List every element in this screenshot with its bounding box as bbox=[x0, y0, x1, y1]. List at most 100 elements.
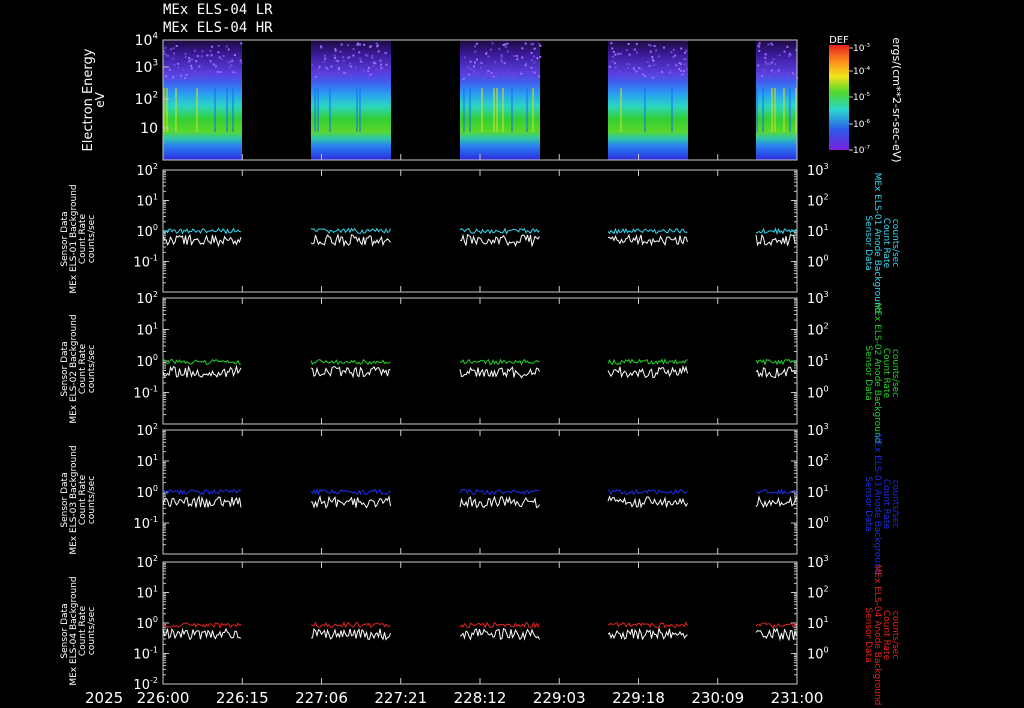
spectrogram-speckle bbox=[791, 72, 794, 75]
colorbar-tick-label: 10-5 bbox=[853, 92, 870, 103]
spectrogram-speckle bbox=[682, 58, 685, 60]
spectrogram-speckle bbox=[504, 45, 507, 48]
spectrogram-speckle bbox=[362, 69, 365, 72]
panel-left-tick-label: 101 bbox=[136, 453, 158, 470]
spectrogram-speckle bbox=[239, 59, 242, 62]
spectrogram-speckle bbox=[685, 49, 688, 52]
spectrogram-speckle bbox=[240, 61, 243, 64]
panel-left-tick-label: 101 bbox=[136, 193, 158, 210]
colorbar-tick-label: 10-6 bbox=[853, 119, 870, 130]
spectrogram-speckle bbox=[772, 58, 775, 61]
panel-right-tick-label: 102 bbox=[807, 322, 829, 339]
colorbar-label: DEF bbox=[829, 35, 849, 46]
spectrogram-streak bbox=[526, 88, 528, 132]
spectrogram-speckle bbox=[336, 60, 339, 63]
series-line-white bbox=[755, 233, 797, 247]
spectrogram-speckle bbox=[380, 66, 383, 69]
spectrogram-speckle bbox=[490, 75, 493, 78]
spectrogram-speckle bbox=[770, 69, 773, 72]
spectrogram-speckle bbox=[635, 51, 638, 54]
spectrogram-speckle bbox=[334, 56, 337, 59]
spectrogram-speckle bbox=[608, 65, 611, 68]
spectrogram-speckle bbox=[653, 45, 656, 47]
spectrogram-speckle bbox=[513, 55, 516, 58]
spectrogram-speckle bbox=[670, 51, 673, 54]
panel-right-label-line: Sensor Data bbox=[863, 215, 873, 270]
spectrogram-streak bbox=[226, 88, 228, 132]
spectrogram-speckle bbox=[678, 68, 681, 71]
spectrogram-speckle bbox=[200, 55, 203, 58]
spectrogram-speckle bbox=[640, 68, 643, 71]
spectrogram-speckle bbox=[794, 74, 796, 77]
spectrogram-speckle bbox=[683, 70, 685, 73]
x-axis-tick-label: 227:21 bbox=[374, 689, 427, 707]
spectrogram-speckle bbox=[651, 56, 654, 58]
spectrogram-speckle bbox=[680, 47, 683, 50]
spectrogram-speckle bbox=[235, 72, 238, 75]
spectrogram-streak bbox=[175, 88, 177, 132]
spectrogram-speckle bbox=[356, 43, 359, 46]
spectrogram-streak bbox=[166, 88, 168, 132]
spectrogram-speckle bbox=[646, 61, 649, 63]
spectrogram-speckle bbox=[372, 64, 375, 67]
spectrogram-speckle bbox=[476, 58, 478, 61]
spectrogram-speckle bbox=[613, 62, 616, 65]
panel-right-label-line: Count Rate bbox=[881, 610, 891, 661]
panel-left-tick-label: 102 bbox=[136, 162, 158, 179]
spectrogram-speckle bbox=[333, 75, 336, 78]
series-line-white bbox=[607, 626, 688, 641]
spectrogram-speckle bbox=[774, 63, 777, 66]
spectrogram-speckle bbox=[232, 71, 235, 74]
spectrogram-speckle bbox=[314, 76, 317, 79]
spectrogram-streak bbox=[469, 88, 471, 132]
spectrogram-speckle bbox=[359, 57, 362, 60]
spectrogram-speckle bbox=[533, 55, 535, 58]
colorbar-tick-label: 10-3 bbox=[853, 43, 870, 54]
spectrogram-speckle bbox=[656, 71, 659, 74]
series-line-white bbox=[459, 495, 540, 509]
spectrogram-speckle bbox=[217, 44, 220, 47]
spectrogram-speckle bbox=[538, 43, 541, 46]
spectrogram-speckle bbox=[385, 63, 388, 66]
spectrogram-streak bbox=[356, 88, 358, 132]
spectrogram-speckle bbox=[476, 73, 479, 76]
spectrogram-speckle bbox=[210, 54, 213, 57]
spectrogram-speckle bbox=[474, 45, 476, 48]
panel-right-label-line: counts/sec bbox=[890, 480, 900, 528]
panel-right-tick-label: 101 bbox=[807, 484, 829, 501]
spectrogram-speckle bbox=[371, 54, 374, 57]
spectrogram-speckle bbox=[333, 54, 336, 57]
x-axis-tick-label: 226:00 bbox=[137, 689, 190, 707]
spectrogram-speckle bbox=[337, 72, 340, 75]
spectrogram-speckle bbox=[649, 44, 652, 47]
spectrogram-streak bbox=[317, 88, 319, 132]
chart-svg: 10410310210Electron EnergyeVDEF10-310-41… bbox=[60, 32, 903, 707]
spectrogram-speckle bbox=[654, 76, 657, 79]
spectrogram-speckle bbox=[375, 68, 378, 71]
spectrogram-speckle bbox=[623, 77, 626, 80]
spectrogram-speckle bbox=[644, 75, 647, 78]
spectrogram-speckle bbox=[757, 64, 760, 67]
panel-left-tick-label: 10-1 bbox=[133, 515, 158, 532]
spectrogram-speckle bbox=[474, 61, 476, 64]
spectrogram-speckle bbox=[661, 70, 664, 73]
x-axis-tick-label: 229:03 bbox=[533, 689, 586, 707]
spectrogram-speckle bbox=[177, 66, 180, 69]
spectrogram-speckle bbox=[348, 64, 351, 67]
spectrogram-speckle bbox=[358, 51, 361, 54]
spectrogram-speckle bbox=[675, 64, 678, 67]
spectrogram-speckle bbox=[521, 56, 524, 59]
spectrogram-speckle bbox=[500, 60, 503, 63]
series-line-colored bbox=[459, 488, 540, 496]
spectrogram-speckle bbox=[614, 53, 617, 56]
spectrogram-speckle bbox=[317, 67, 320, 70]
spectrogram-speckle bbox=[352, 54, 355, 57]
panel-frame bbox=[162, 429, 798, 555]
spectrogram-speckle bbox=[184, 53, 187, 56]
spectrogram-streak bbox=[314, 88, 316, 132]
x-axis-tick-label: 229:18 bbox=[612, 689, 665, 707]
panel-left-tick-label: 100 bbox=[136, 223, 158, 240]
spectrogram-speckle bbox=[369, 45, 372, 48]
spectrogram-speckle bbox=[175, 45, 178, 47]
spectrogram-speckle bbox=[214, 65, 217, 68]
